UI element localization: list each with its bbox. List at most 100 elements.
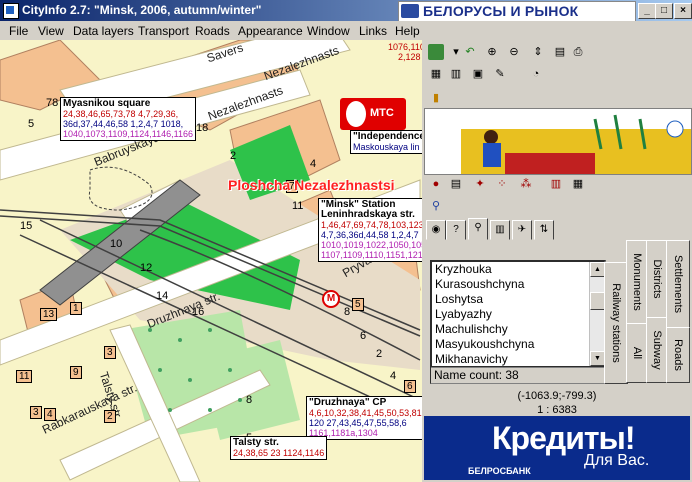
tab-building[interactable]: ▥: [490, 220, 510, 240]
tab-subway[interactable]: Subway: [646, 317, 668, 383]
grid-tool-icon[interactable]: ▦: [428, 66, 444, 82]
stop-label-routes: 1040,1073,1109,1124,1146,1166: [63, 129, 193, 139]
phone-icon[interactable]: ▮: [428, 90, 444, 106]
clock-icon[interactable]: ◔: [528, 66, 544, 82]
undo-icon[interactable]: ↶: [462, 44, 478, 60]
list-marker-icon[interactable]: ▥: [548, 176, 564, 192]
mts-logo: МТС: [340, 98, 406, 130]
search-icon[interactable]: ⚲: [428, 198, 444, 214]
tab-monuments[interactable]: Monuments: [626, 240, 648, 324]
list-item[interactable]: Lyabyazhy: [432, 307, 604, 322]
tab-transport[interactable]: ✈: [512, 220, 532, 240]
stop-label-minsk-station[interactable]: "Minsk" Station Leninhradskaya str. 1,46…: [318, 198, 422, 262]
zoom-reset-icon[interactable]: ⇕: [530, 44, 546, 60]
close-button[interactable]: ×: [674, 3, 692, 19]
tab-districts[interactable]: Districts: [646, 240, 668, 318]
scroll-thumb[interactable]: [590, 292, 604, 310]
building-number: 4: [390, 370, 397, 382]
menu-transport[interactable]: Transport: [138, 24, 189, 38]
building-number: 14: [156, 290, 169, 302]
image-icon[interactable]: ▣: [470, 66, 486, 82]
tab-info[interactable]: ?: [446, 220, 466, 240]
menu-bar: File View Data layers Transport Roads Ap…: [0, 21, 692, 40]
building-number: 10: [110, 238, 123, 250]
scroll-down-icon[interactable]: ▼: [590, 351, 604, 366]
tab-road[interactable]: ⇅: [534, 220, 554, 240]
banner-ad[interactable]: БЕЛОРУСЫ И РЫНОК: [398, 1, 636, 22]
menu-help[interactable]: Help: [395, 24, 420, 38]
metro-icon[interactable]: M: [322, 290, 340, 308]
building-number: 6: [360, 330, 367, 342]
house-number-box: 6: [404, 380, 416, 393]
tab-label: Districts: [651, 259, 663, 299]
tab-search[interactable]: ⚲: [468, 218, 488, 240]
scroll-up-icon[interactable]: ▲: [590, 262, 604, 277]
mts-logo-text: МТС: [370, 107, 394, 119]
stop-label-druzhnaya-cp[interactable]: "Druzhnaya" CP 4,6,10,32,38,41,45,50,53,…: [306, 396, 422, 440]
list-item[interactable]: Machulishchy: [432, 322, 604, 337]
menu-appearance[interactable]: Appearance: [238, 24, 303, 38]
stop-label-talsty[interactable]: Talsty str. 24,38,65 23 1124,1146: [230, 436, 328, 460]
stop-label-independence[interactable]: "Independence Maskouskaya lin: [350, 130, 422, 154]
app-icon[interactable]: [3, 3, 19, 19]
list-item[interactable]: Mikhanavichy: [432, 352, 604, 366]
zoom-in-icon[interactable]: ⊕: [484, 44, 500, 60]
ad-banner-image[interactable]: [424, 108, 692, 175]
edit-icon[interactable]: ✎: [492, 66, 508, 82]
stop-number: 2,128: [398, 52, 421, 62]
stop-label-routes: 1010,1019,1022,1050,1056,1: [321, 240, 422, 250]
ad-subtitle: Для Вас.: [584, 452, 650, 469]
banner-logo-icon: [401, 4, 419, 18]
tab-label: All: [631, 346, 643, 360]
menu-file[interactable]: File: [9, 24, 28, 38]
layers-icon[interactable]: ▤: [552, 44, 568, 60]
tab-label: Settlements: [672, 254, 684, 314]
stop-label-routes: 36d,37,44,46,58 1,2,4,7 1018,: [63, 119, 184, 129]
house-number-box: 2: [104, 410, 116, 423]
table-icon[interactable]: ▦: [570, 176, 586, 192]
tab-all[interactable]: All: [626, 323, 648, 383]
stop-label-myasnikou[interactable]: Myasnikou square 24,38,46,65,73,78 4,7,2…: [60, 97, 196, 141]
name-count: Name count: 38: [430, 366, 607, 384]
print-icon[interactable]: ⎙: [570, 44, 586, 60]
list-item[interactable]: Masyukoushchyna: [432, 337, 604, 352]
menu-view[interactable]: View: [38, 24, 64, 38]
menu-window[interactable]: Window: [307, 24, 350, 38]
menu-roads[interactable]: Roads: [195, 24, 230, 38]
tab-globe[interactable]: ◉: [426, 220, 446, 240]
stop-label-title: Talsty str.: [233, 437, 279, 448]
building-number: 18: [196, 122, 209, 134]
tab-roads[interactable]: Roads: [666, 327, 690, 383]
marker-icon[interactable]: ●: [428, 176, 444, 192]
building-number: 5: [28, 118, 35, 130]
maximize-button[interactable]: □: [655, 3, 673, 19]
names-list[interactable]: Kryzhouka Kurasoushchyna Loshytsa Lyabya…: [430, 260, 606, 368]
globe-tool-icon[interactable]: [428, 44, 444, 60]
doc-icon[interactable]: ▤: [448, 176, 464, 192]
book-icon[interactable]: ▥: [448, 66, 464, 82]
map-view[interactable]: Savers Nezalezhnasts Nezalezhnasts Babru…: [0, 40, 422, 482]
building-number: 2: [376, 348, 383, 360]
list-item[interactable]: Kryzhouka: [432, 262, 604, 277]
route-icon[interactable]: ⁘: [494, 176, 510, 192]
tab-settlements[interactable]: Settlements: [666, 240, 690, 328]
list-scrollbar[interactable]: ▲ ▼: [589, 262, 604, 366]
building-number: 4: [310, 158, 317, 170]
menu-links[interactable]: Links: [359, 24, 387, 38]
point-icon[interactable]: ✦: [472, 176, 488, 192]
building-number: 15: [20, 220, 33, 232]
house-number-box: 4: [44, 408, 56, 421]
credit-ad-banner[interactable]: Кредиты! Для Вас. БЕЛРОСБАНК: [424, 416, 690, 480]
minimize-button[interactable]: _: [638, 3, 656, 19]
nodes-icon[interactable]: ⁂: [518, 176, 534, 192]
menu-data-layers[interactable]: Data layers: [73, 24, 134, 38]
tab-railway-stations[interactable]: Railway stations: [604, 262, 628, 384]
square-label: Ploshcha Nezalezhnastsi: [228, 177, 395, 193]
right-panel: ▾ ↶ ⊕ ⊖ ⇕ ▤ ⎙ ▦ ▥ ▣ ✎ ◔ ▮ ● ▤ ✦ ⁘ ⁂ ▥ ▦ …: [422, 40, 692, 482]
house-number-box: 3: [104, 346, 116, 359]
list-item[interactable]: Loshytsa: [432, 292, 604, 307]
zoom-out-icon[interactable]: ⊖: [506, 44, 522, 60]
stop-label-routes: Maskouskaya lin: [353, 142, 420, 152]
ad-bank-name: БЕЛРОСБАНК: [468, 466, 531, 476]
list-item[interactable]: Kurasoushchyna: [432, 277, 604, 292]
